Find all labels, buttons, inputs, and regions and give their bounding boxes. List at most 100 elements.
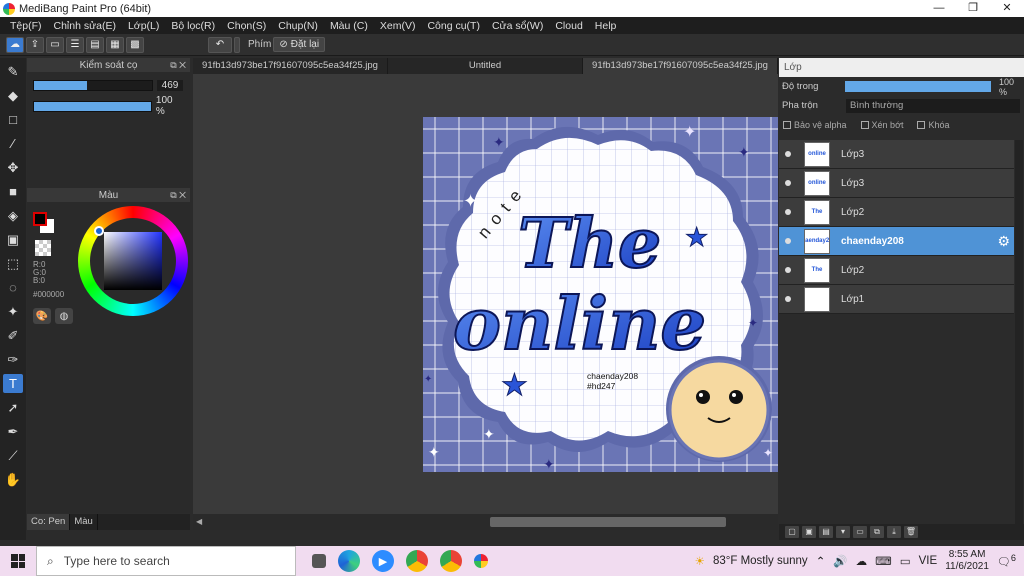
palette-icon[interactable]: 🎨 xyxy=(33,308,51,324)
comment-icon[interactable]: ▭ xyxy=(46,36,64,53)
add-layer-menu-icon[interactable]: ▾ xyxy=(836,526,850,538)
operation-tool-icon[interactable]: ➚ xyxy=(3,398,23,417)
layer-row[interactable]: Lớp1 xyxy=(779,285,1014,314)
menu-window[interactable]: Cửa sổ(W) xyxy=(486,20,549,32)
menu-select[interactable]: Chọn(S) xyxy=(221,20,272,32)
layer-row[interactable]: The Lớp2 xyxy=(779,256,1014,285)
dot-tool-icon[interactable]: ⁄ xyxy=(3,134,23,153)
move-tool-icon[interactable]: ✥ xyxy=(3,158,23,177)
color-wheel[interactable] xyxy=(78,206,188,316)
artwork-canvas[interactable]: ✦ ✦ ✦ ✦ ✦ ✦ ✦ ✦ ✦ ✦ ★ ★ note The online … xyxy=(423,117,778,472)
menu-filter[interactable]: Bộ lọc(R) xyxy=(165,20,221,32)
hand-tool-icon[interactable]: ✋ xyxy=(3,470,23,489)
visibility-eye-icon[interactable] xyxy=(785,238,791,244)
menu-help[interactable]: Help xyxy=(589,20,623,32)
color-panel-popout-close-icon[interactable]: ⧉ ✕ xyxy=(170,190,186,201)
protect-alpha-checkbox[interactable] xyxy=(783,120,791,129)
brush-opacity-slider[interactable] xyxy=(33,100,152,112)
brush-size-value[interactable]: 469 xyxy=(157,80,183,91)
bucket-tool-icon[interactable]: ◈ xyxy=(3,206,23,225)
panel-icon[interactable]: ▩ xyxy=(126,36,144,53)
keyboard-icon[interactable]: ⌨ xyxy=(875,554,892,568)
network-icon[interactable]: ▭ xyxy=(900,554,911,568)
text-tool-icon[interactable]: T xyxy=(3,374,23,393)
layer-row[interactable]: The Lớp2 xyxy=(779,198,1014,227)
duplicate-layer-icon[interactable]: ⧉ xyxy=(870,526,884,538)
layer-list-scrollbar[interactable] xyxy=(1015,140,1023,530)
layer-row[interactable]: online Lớp3 xyxy=(779,140,1014,169)
redo-handle[interactable] xyxy=(234,36,240,53)
new-layer-icon[interactable]: ▢ xyxy=(785,526,799,538)
visibility-eye-icon[interactable] xyxy=(785,296,791,302)
color-history-icon[interactable]: ◍ xyxy=(55,308,73,324)
visibility-eye-icon[interactable] xyxy=(785,267,791,273)
clipping-checkbox[interactable] xyxy=(860,120,869,129)
speaker-icon[interactable]: 🔊 xyxy=(833,554,847,568)
menu-layer[interactable]: Lớp(L) xyxy=(122,20,165,32)
protect-alpha-option[interactable]: Bảo vệ alpha xyxy=(783,120,847,130)
share-icon[interactable]: ⇪ xyxy=(26,36,44,53)
language-indicator[interactable]: VIE xyxy=(919,555,938,567)
undo-icon[interactable]: ↶ xyxy=(208,36,232,53)
gear-icon[interactable]: ⚙ xyxy=(997,233,1010,250)
doc-tab-3[interactable]: 91fb13d973be17f91607095c5ea34f25.jpg xyxy=(583,58,778,74)
visibility-eye-icon[interactable] xyxy=(785,209,791,215)
start-button[interactable] xyxy=(0,554,36,568)
layer-row[interactable]: online Lớp3 xyxy=(779,169,1014,198)
gradient-tool-icon[interactable]: ▣ xyxy=(3,230,23,249)
select-tool-icon[interactable]: ⬚ xyxy=(3,254,23,273)
cloud-icon[interactable]: ☁ xyxy=(6,36,24,53)
layer-opacity-slider[interactable] xyxy=(844,81,991,92)
new-halftone-layer-icon[interactable]: ▣ xyxy=(802,526,816,538)
message-icon[interactable]: ☰ xyxy=(66,36,84,53)
clock[interactable]: 8:55 AM 11/6/2021 xyxy=(945,549,989,573)
divide-tool-icon[interactable]: ⟋ xyxy=(3,446,23,465)
reset-button[interactable]: ⊘ Đặt lại xyxy=(273,37,326,52)
zoom-icon[interactable]: ▶ xyxy=(372,550,394,572)
notifications-icon[interactable]: 🗨6 xyxy=(997,553,1016,569)
maximize-button[interactable]: ❐ xyxy=(956,0,990,17)
edge-icon[interactable] xyxy=(338,550,360,572)
manga-icon[interactable]: ▦ xyxy=(106,36,124,53)
tab-color[interactable]: Màu xyxy=(70,514,98,530)
saturation-value-box[interactable] xyxy=(104,232,162,290)
eraser-tool-icon[interactable]: ◆ xyxy=(3,86,23,105)
new-8bit-layer-icon[interactable]: ▤ xyxy=(819,526,833,538)
menu-view[interactable]: Xem(V) xyxy=(374,20,422,32)
lock-checkbox[interactable] xyxy=(917,120,926,129)
menu-cloud[interactable]: Cloud xyxy=(549,20,588,32)
blend-mode-select[interactable]: Bình thường xyxy=(846,98,1020,113)
menu-tools[interactable]: Công cụ(T) xyxy=(421,20,486,32)
scrollbar-thumb[interactable] xyxy=(490,517,726,527)
delete-layer-icon[interactable]: 🗑 xyxy=(904,526,918,538)
lasso-tool-icon[interactable]: ◌ xyxy=(3,278,23,297)
menu-edit[interactable]: Chỉnh sửa(E) xyxy=(48,20,122,32)
clipping-option[interactable]: Xén bớt xyxy=(860,120,903,130)
folder-icon[interactable]: ▭ xyxy=(853,526,867,538)
hue-knob[interactable] xyxy=(94,226,104,236)
scroll-left-icon[interactable]: ◀ xyxy=(196,517,202,526)
panel-popout-close-icon[interactable]: ⧉ ✕ xyxy=(170,60,186,71)
menu-file[interactable]: Tệp(F) xyxy=(4,20,48,32)
close-button[interactable]: ✕ xyxy=(990,0,1024,17)
lock-option[interactable]: Khóa xyxy=(917,120,950,130)
cloud-tray-icon[interactable]: ☁ xyxy=(856,554,868,568)
fill-rect-tool-icon[interactable]: ■ xyxy=(3,182,23,201)
merge-layer-icon[interactable]: ⤓ xyxy=(887,526,901,538)
minimize-button[interactable]: — xyxy=(922,0,956,17)
visibility-eye-icon[interactable] xyxy=(785,151,791,157)
chrome-icon[interactable] xyxy=(406,550,428,572)
select-pen-icon[interactable]: ✐ xyxy=(3,326,23,345)
foreground-color-swatch[interactable] xyxy=(33,212,47,226)
transparent-color-swatch[interactable] xyxy=(35,240,51,256)
shape-tool-icon[interactable]: □ xyxy=(3,110,23,129)
show-hidden-icons[interactable]: ⌃ xyxy=(816,554,826,568)
chrome-icon-2[interactable] xyxy=(440,550,462,572)
task-view-icon[interactable] xyxy=(312,554,326,568)
select-eraser-icon[interactable]: ✑ xyxy=(3,350,23,369)
magic-wand-icon[interactable]: ✦ xyxy=(3,302,23,321)
menu-snap[interactable]: Chụp(N) xyxy=(272,20,324,32)
doc-tab-2[interactable]: Untitled xyxy=(388,58,583,74)
brush-size-slider[interactable] xyxy=(33,80,153,91)
menu-color[interactable]: Màu (C) xyxy=(324,20,374,32)
